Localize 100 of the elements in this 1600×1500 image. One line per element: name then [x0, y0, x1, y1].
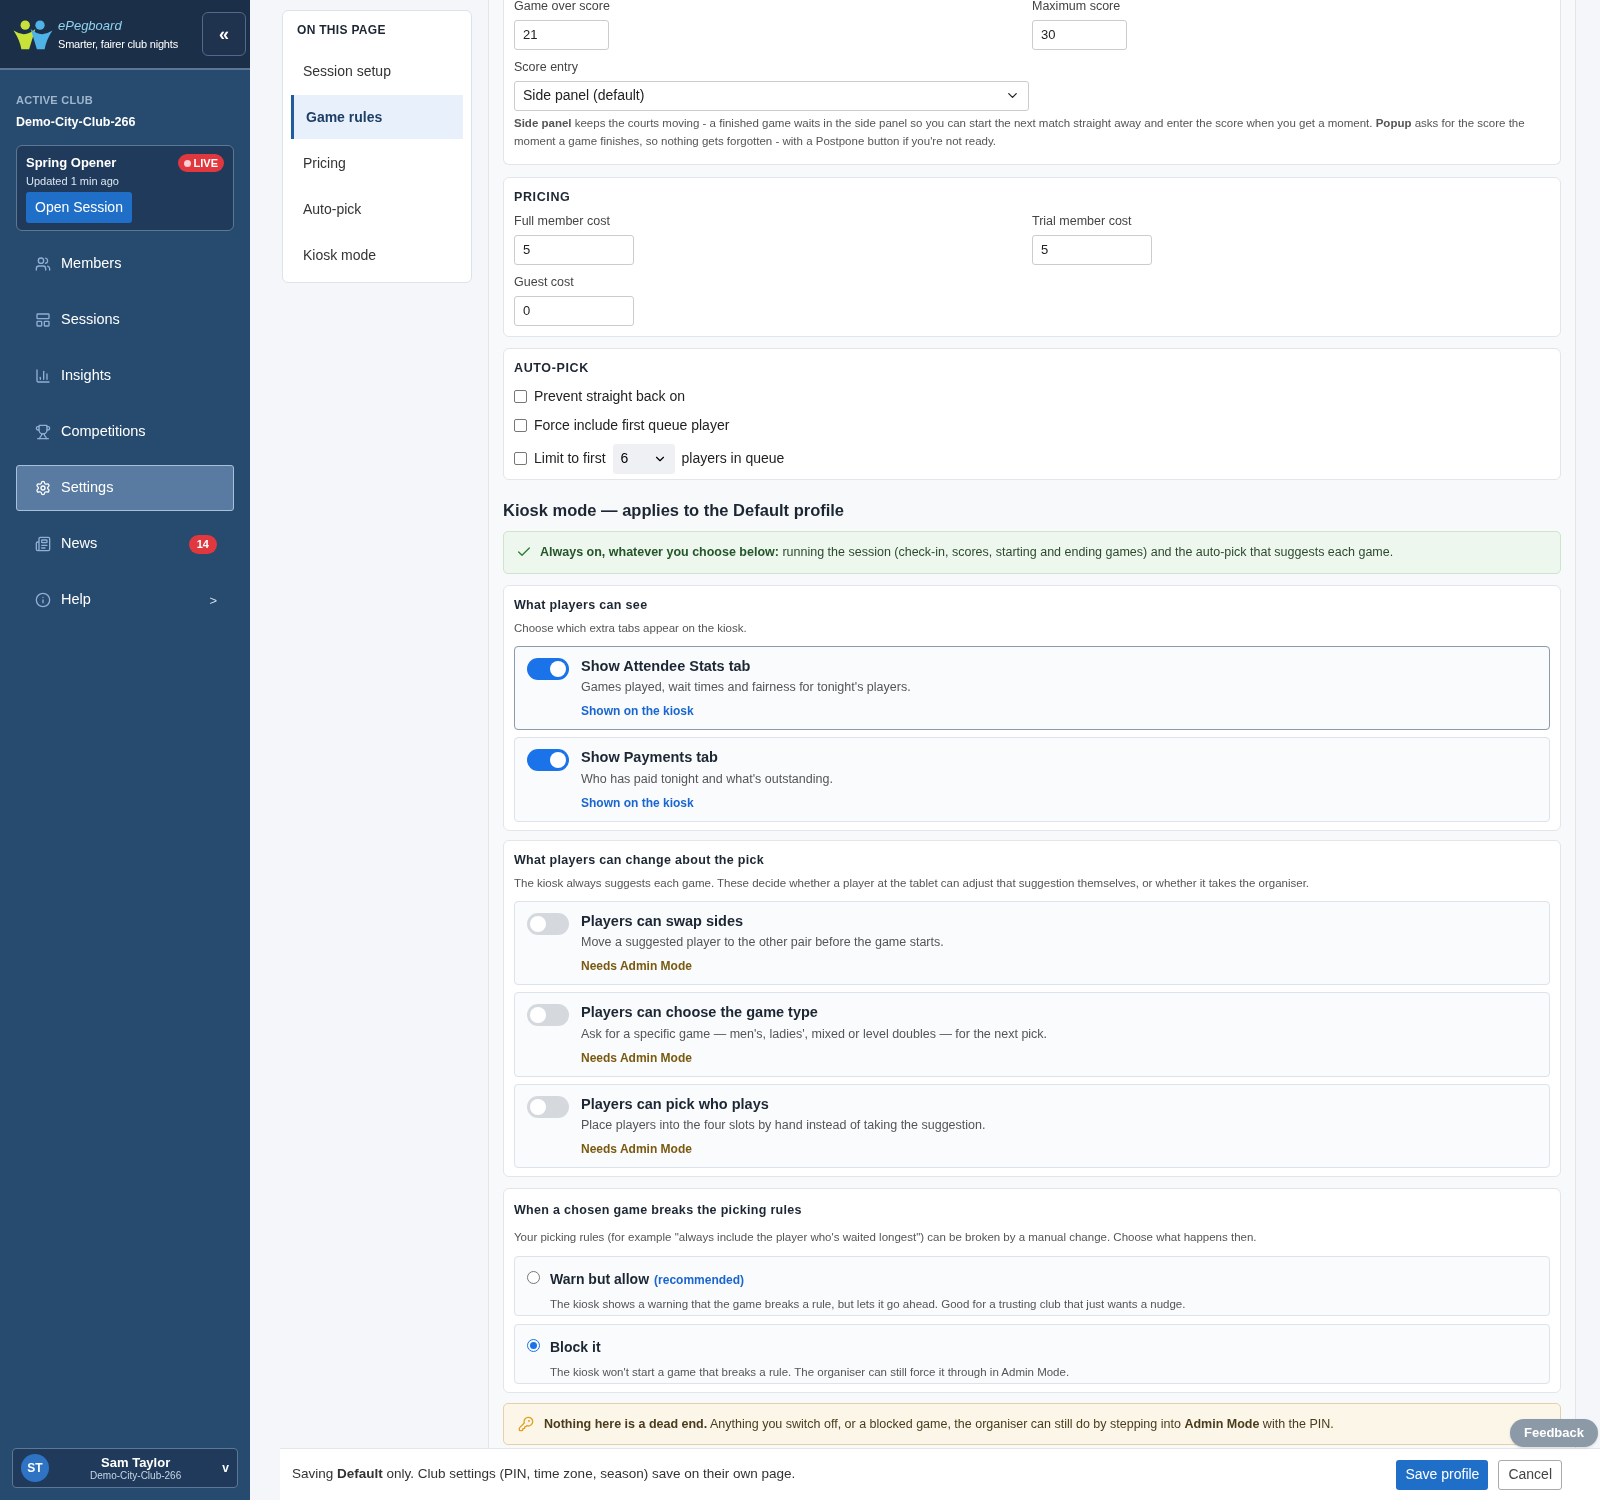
- toggle-switch[interactable]: [527, 1004, 569, 1026]
- nav-item[interactable]: Members: [16, 241, 234, 288]
- toggle-switch[interactable]: [527, 1095, 569, 1118]
- kiosk-heading: Kiosk mode — applies to the Default profile: [503, 499, 846, 521]
- live-badge: LIVE: [177, 153, 224, 173]
- number-field[interactable]: 5: [514, 235, 634, 265]
- toggle-status: Shown on the kiosk: [581, 794, 695, 812]
- toggle-status: Needs Admin Mode: [581, 1141, 693, 1158]
- radio-option[interactable]: Warn but allow (recommended) The kiosk shows a warning that the game breaks a rule, but lets it go ahead. Good for a trusting club that just wants a nudge.: [514, 1256, 1550, 1316]
- number-field[interactable]: 5: [1032, 235, 1152, 265]
- checkbox[interactable]: [514, 452, 527, 465]
- club-label: ACTIVE CLUB: [16, 93, 94, 108]
- brand-name: ePegboard: [58, 17, 122, 35]
- section-subtitle: The kiosk always suggests each game. These decide whether a player at the tablet can adjust that suggestion themselves, or whether it takes the organiser.: [514, 876, 1311, 892]
- footer-text: Saving Default only. Club settings (PIN, time zone, season) save on their own page.: [292, 1465, 797, 1484]
- nav-item[interactable]: Help >: [16, 577, 234, 624]
- toggle-switch[interactable]: [527, 912, 569, 935]
- section-title: When a chosen game breaks the picking rules: [514, 1202, 803, 1219]
- count-badge: 14: [188, 535, 217, 554]
- field-label: Maximum score: [1032, 0, 1122, 15]
- section-title: AUTO-PICK: [514, 359, 590, 377]
- page-nav-link[interactable]: Auto-pick: [291, 187, 463, 231]
- field-label: Guest cost: [514, 274, 575, 291]
- radio-option[interactable]: Block it The kiosk won't start a game that breaks a rule. The organiser can still force it through in Admin Mode.: [514, 1324, 1550, 1384]
- field-label: Trial member cost: [1032, 213, 1133, 231]
- checkbox[interactable]: [514, 418, 527, 432]
- recommended-tag: (recommended): [654, 1271, 745, 1289]
- bar-chart-icon: [35, 368, 51, 385]
- toggle-title: Show Payments tab: [581, 748, 719, 767]
- radio-label: Warn but allow: [550, 1270, 650, 1289]
- page-nav-title: ON THIS PAGE: [296, 22, 387, 39]
- toggle-switch[interactable]: [527, 749, 569, 771]
- collapse-button[interactable]: «: [202, 12, 246, 56]
- page-nav-link[interactable]: Kiosk mode: [291, 233, 463, 277]
- radio-label: Block it: [550, 1338, 601, 1357]
- field-label: Game over score: [514, 0, 611, 15]
- radio-description: The kiosk won't start a game that breaks a rule. The organiser can still force it through in Admin Mode.: [550, 1365, 1070, 1380]
- nav-item[interactable]: News 14: [16, 521, 234, 568]
- caret: v: [222, 1460, 229, 1477]
- checkbox-label: Prevent straight back on: [534, 386, 685, 406]
- score-entry-select[interactable]: Side panel (default): [514, 80, 1029, 111]
- page-nav-link[interactable]: Game rules: [291, 95, 463, 139]
- table-icon: [35, 312, 51, 329]
- key-icon: [518, 1416, 534, 1432]
- notice-text: Always on, whatever you choose below: running the session (check-in, scores, starting and ending games) and the auto-pick that suggests each game.: [540, 543, 1394, 561]
- nav-item[interactable]: Insights: [16, 353, 234, 400]
- user-avatar: ST: [21, 1454, 49, 1482]
- toggle-description: Ask for a specific game — men's, ladies', mixed or level doubles — for the next pick.: [581, 1025, 1048, 1043]
- page-nav-link[interactable]: Pricing: [291, 141, 463, 185]
- nav-item[interactable]: Settings: [16, 465, 234, 512]
- club-name: Demo-City-Club-266: [16, 113, 137, 131]
- radio-description: The kiosk shows a warning that the game breaks a rule, but lets it go ahead. Good for a trusting club that just wants a nudge.: [550, 1297, 1186, 1312]
- toggle-title: Players can pick who plays: [581, 1094, 770, 1114]
- number-field[interactable]: 30: [1032, 19, 1127, 50]
- user-card[interactable]: ST Sam Taylor Demo-City-Club-266 v: [12, 1448, 238, 1488]
- checkbox-label: Limit to first: [534, 449, 606, 468]
- radio-button[interactable]: [527, 1271, 540, 1284]
- number-field[interactable]: 21: [514, 19, 609, 50]
- toggle-description: Move a suggested player to the other pair before the game starts.: [581, 934, 944, 952]
- section-title: What players can see: [514, 596, 649, 614]
- save-profile-button[interactable]: Save profile: [1396, 1459, 1489, 1490]
- cancel-button[interactable]: Cancel: [1498, 1459, 1562, 1490]
- limit-select[interactable]: 6: [612, 443, 675, 474]
- tip-text: Nothing here is a dead end. Anything you switch off, or a blocked game, the organiser can still do by stepping into Admin Mode with the PIN.: [544, 1415, 1334, 1433]
- toggle-title: Players can swap sides: [581, 911, 744, 931]
- toggle-status: Shown on the kiosk: [581, 703, 695, 720]
- nav-item[interactable]: Sessions: [16, 297, 234, 344]
- checkbox-label: Force include first queue player: [534, 415, 730, 435]
- nav-item[interactable]: Competitions: [16, 409, 234, 456]
- session-updated: Updated 1 min ago: [26, 173, 120, 189]
- settings-icon: [35, 480, 51, 497]
- open-session-button[interactable]: Open Session: [26, 192, 132, 224]
- session-name: Spring Opener: [26, 154, 117, 173]
- brand-tagline: Smarter, fairer club nights: [58, 36, 178, 52]
- field-label: Full member cost: [514, 213, 611, 231]
- toggle-switch[interactable]: [527, 657, 569, 680]
- score-entry-help: Side panel keeps the courts moving - a finished game waits in the side panel so you can start the next match straight away and enter the score when you get a moment. Popup asks for the score the moment a game finishes, so nothing gets forgotten - with a Postpone button if you're not ready.: [514, 115, 1526, 149]
- section-subtitle: Choose which extra tabs appear on the kiosk.: [514, 621, 748, 637]
- info-icon: [35, 592, 51, 609]
- field-label: Score entry: [514, 58, 579, 76]
- toggle-title: Show Attendee Stats tab: [581, 656, 752, 676]
- user-club: Demo-City-Club-266: [90, 1469, 182, 1482]
- toggle-description: Place players into the four slots by hand instead of taking the suggestion.: [581, 1117, 986, 1135]
- toggle-title: Players can choose the game type: [581, 1003, 819, 1022]
- members-icon: [35, 256, 51, 273]
- section-title: PRICING: [514, 188, 572, 206]
- section-title: What players can change about the pick: [514, 851, 766, 869]
- toggle-description: Who has paid tonight and what's outstanding.: [581, 770, 833, 788]
- section-subtitle: Your picking rules (for example "always include the player who's waited longest") can be broken by a manual change. Choose what happens then.: [514, 1229, 1258, 1245]
- newspaper-icon: [35, 536, 51, 553]
- toggle-status: Needs Admin Mode: [581, 958, 693, 975]
- number-field[interactable]: 0: [514, 295, 634, 326]
- chevron: >: [209, 591, 217, 610]
- trophy-icon: [35, 424, 51, 441]
- limit-suffix: players in queue: [681, 449, 785, 468]
- toggle-status: Needs Admin Mode: [581, 1049, 693, 1067]
- page-nav-link[interactable]: Session setup: [291, 49, 463, 93]
- toggle-description: Games played, wait times and fairness for tonight's players.: [581, 679, 911, 697]
- user-name: Sam Taylor: [101, 1454, 171, 1470]
- checkbox[interactable]: [514, 389, 527, 403]
